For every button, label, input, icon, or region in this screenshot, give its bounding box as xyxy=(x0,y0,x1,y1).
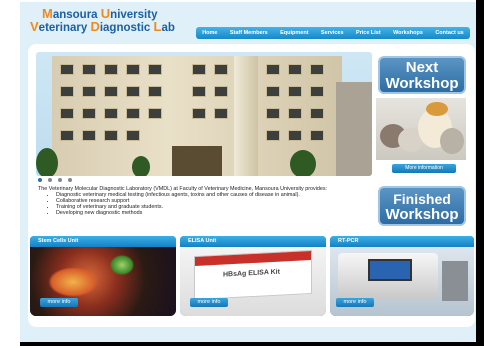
window xyxy=(60,130,74,141)
more-info-button[interactable]: more info xyxy=(190,298,228,307)
nav-equipment[interactable]: Equipment xyxy=(280,30,308,36)
service-item: Developing new diagnostic methods xyxy=(56,210,378,216)
kit-box-stripe xyxy=(195,250,311,267)
cell-cluster xyxy=(110,255,134,275)
window xyxy=(104,64,118,75)
card-title[interactable]: RT-PCR xyxy=(330,236,474,247)
window xyxy=(148,108,162,119)
puppy-ears xyxy=(426,102,448,116)
slider-pagination xyxy=(38,178,72,182)
logo-text: niversity xyxy=(110,9,158,21)
tree xyxy=(36,148,58,176)
window xyxy=(310,130,324,141)
window xyxy=(82,64,96,75)
more-info-button[interactable]: more info xyxy=(336,298,374,307)
next-workshop-line1: Next xyxy=(405,59,439,76)
logo-text: iagnostic xyxy=(99,22,154,34)
card-elisa: ELISA Unit HBsAg ELISA Kit more info xyxy=(180,236,326,316)
nav-home[interactable]: Home xyxy=(202,30,217,36)
logo-text: eterinary xyxy=(38,22,91,34)
nav-workshops[interactable]: Workshops xyxy=(393,30,423,36)
logo-letter: M xyxy=(42,6,53,21)
finished-workshop-line1: Finished xyxy=(393,191,451,207)
hero-slider-image[interactable] xyxy=(36,52,372,176)
finished-workshop-line2: Workshop xyxy=(385,206,459,223)
frame-shadow xyxy=(476,0,484,346)
window xyxy=(288,86,302,97)
window xyxy=(214,64,228,75)
window xyxy=(104,86,118,97)
finished-workshop-banner[interactable]: Finished Workshop xyxy=(378,186,466,226)
tree xyxy=(132,156,150,176)
side-building xyxy=(336,82,372,176)
window xyxy=(266,108,280,119)
window xyxy=(266,130,280,141)
window xyxy=(288,108,302,119)
window xyxy=(60,64,74,75)
main-nav: Home Staff Members Equipment Services Pr… xyxy=(196,27,470,39)
window xyxy=(126,64,140,75)
kit-label: HBsAg ELISA Kit xyxy=(223,268,280,279)
slider-dot[interactable] xyxy=(38,178,42,182)
logo-letter: U xyxy=(100,6,111,21)
window xyxy=(82,130,96,141)
window xyxy=(82,108,96,119)
services-list: Diagnostic veterinary medical testing (i… xyxy=(56,192,378,216)
card-title[interactable]: Stem Cells Unit xyxy=(30,236,176,247)
slider-dot[interactable] xyxy=(68,178,72,182)
window xyxy=(192,108,206,119)
tree xyxy=(290,150,316,176)
window xyxy=(214,86,228,97)
frame-bottom-border xyxy=(20,342,482,346)
slider-dot[interactable] xyxy=(48,178,52,182)
window xyxy=(126,108,140,119)
slider-dot[interactable] xyxy=(58,178,62,182)
nav-services[interactable]: Services xyxy=(321,30,344,36)
kit-box: HBsAg ELISA Kit xyxy=(194,249,312,301)
nav-staff-members[interactable]: Staff Members xyxy=(230,30,268,36)
nav-price-list[interactable]: Price List xyxy=(356,30,381,36)
nav-contact-us[interactable]: Contact us xyxy=(435,30,463,36)
logo-text: ab xyxy=(161,22,175,34)
window xyxy=(148,64,162,75)
window xyxy=(192,86,206,97)
workshop-pets-image[interactable] xyxy=(376,98,466,160)
window xyxy=(126,86,140,97)
window xyxy=(60,86,74,97)
window xyxy=(310,108,324,119)
window xyxy=(148,86,162,97)
more-info-button[interactable]: more info xyxy=(40,298,78,307)
cell-cluster xyxy=(48,267,98,297)
lab-description: The Veterinary Molecular Diagnostic Labo… xyxy=(38,186,378,216)
next-workshop-banner[interactable]: Next Workshop xyxy=(378,56,466,94)
card-rt-pcr: RT-PCR more info xyxy=(330,236,474,316)
window xyxy=(192,64,206,75)
window xyxy=(126,130,140,141)
pcr-machine xyxy=(338,253,438,299)
kitten xyxy=(440,128,464,154)
building-tower xyxy=(234,56,258,176)
card-title[interactable]: ELISA Unit xyxy=(180,236,326,247)
window xyxy=(60,108,74,119)
lab-equipment xyxy=(442,261,468,301)
window xyxy=(214,108,228,119)
window xyxy=(104,130,118,141)
more-information-button[interactable]: More information xyxy=(392,164,456,173)
window xyxy=(266,64,280,75)
card-stem-cells: Stem Cells Unit more info xyxy=(30,236,176,316)
window xyxy=(266,86,280,97)
logo-letter: V xyxy=(30,19,39,34)
site-logo[interactable]: Mansoura University Veterinary Diagnosti… xyxy=(30,6,175,34)
window xyxy=(310,64,324,75)
pcr-screen xyxy=(368,259,412,281)
window xyxy=(82,86,96,97)
logo-letter: D xyxy=(90,19,100,34)
window xyxy=(288,64,302,75)
window xyxy=(310,86,324,97)
next-workshop-line2: Workshop xyxy=(385,75,459,92)
window xyxy=(288,130,302,141)
building-entrance xyxy=(172,146,222,176)
window xyxy=(104,108,118,119)
